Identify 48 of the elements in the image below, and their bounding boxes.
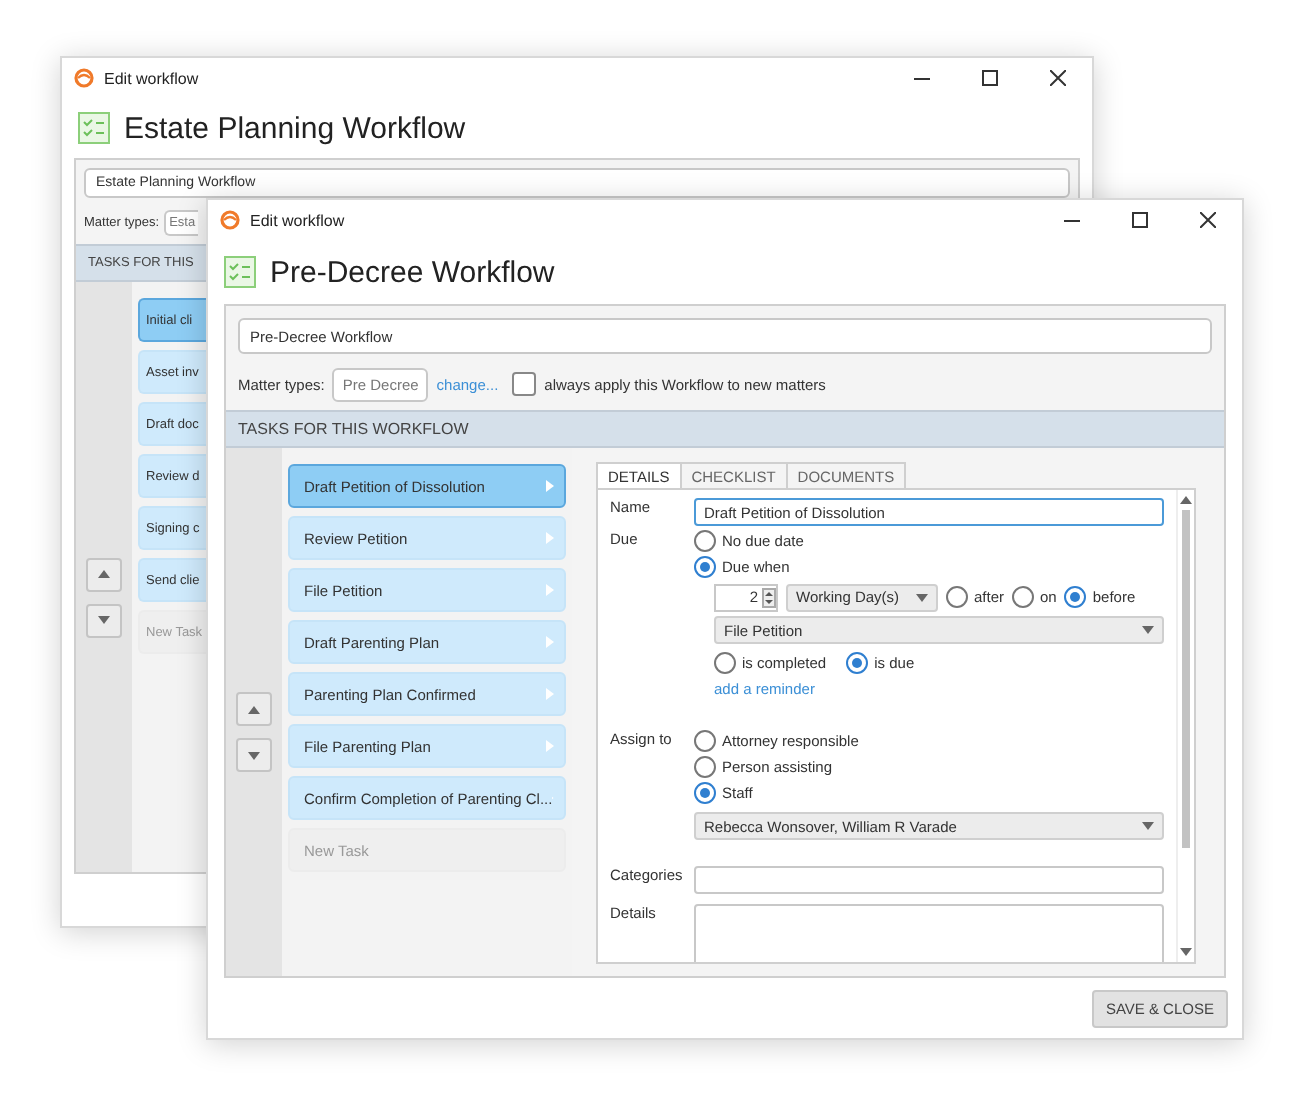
chevron-right-icon xyxy=(546,740,554,752)
chevron-right-icon xyxy=(546,532,554,544)
down-arrow-icon xyxy=(916,593,928,601)
chevron-right-icon xyxy=(546,584,554,596)
app-logo-icon xyxy=(74,68,94,88)
radio-button[interactable] xyxy=(694,756,716,778)
up-arrow-icon xyxy=(1180,496,1192,504)
workflow-heading: Estate Planning Workflow xyxy=(124,111,466,145)
maximize-icon xyxy=(982,70,998,86)
radio-button[interactable] xyxy=(946,586,968,608)
details-field[interactable] xyxy=(694,904,1164,962)
down-arrow-icon xyxy=(98,616,110,624)
down-arrow-icon xyxy=(1180,948,1192,956)
up-arrow-icon xyxy=(98,570,110,578)
categories-field[interactable] xyxy=(694,866,1164,894)
radio-button[interactable] xyxy=(694,530,716,552)
minimize-icon xyxy=(914,77,930,79)
radio-button[interactable] xyxy=(694,556,716,578)
scrollbar[interactable] xyxy=(1176,490,1194,962)
maximize-icon xyxy=(1132,212,1148,228)
radio-button[interactable] xyxy=(1012,586,1035,608)
chevron-right-icon xyxy=(546,688,554,700)
close-icon xyxy=(1200,212,1216,228)
checkbox[interactable] xyxy=(512,372,537,396)
checklist-icon xyxy=(78,112,110,144)
radio-button[interactable] xyxy=(1064,586,1087,608)
move-up-button[interactable] xyxy=(86,557,122,591)
move-down-button[interactable] xyxy=(86,603,122,637)
radio-button[interactable] xyxy=(714,651,736,673)
radio-button[interactable] xyxy=(694,782,716,804)
radio-button[interactable] xyxy=(694,730,716,752)
down-arrow-icon xyxy=(248,751,260,759)
radio-button[interactable] xyxy=(846,651,869,673)
minimize-icon xyxy=(1064,219,1080,221)
close-icon xyxy=(1050,70,1066,86)
window-title: Edit workflow xyxy=(250,211,347,229)
app-logo-icon xyxy=(220,210,240,230)
workflow-heading: Pre-Decree Workflow xyxy=(270,255,555,289)
down-arrow-icon xyxy=(1142,626,1154,634)
move-up-button[interactable] xyxy=(236,692,272,726)
chevron-right-icon xyxy=(546,636,554,648)
window-title: Edit workflow xyxy=(104,69,201,87)
tasks-header: TASKS FOR THIS WORKFLOW xyxy=(238,420,469,438)
up-arrow-icon xyxy=(248,705,260,713)
chevron-right-icon xyxy=(546,480,554,492)
move-down-button[interactable] xyxy=(236,738,272,772)
down-arrow-icon xyxy=(1142,822,1154,830)
checklist-icon xyxy=(224,256,256,288)
